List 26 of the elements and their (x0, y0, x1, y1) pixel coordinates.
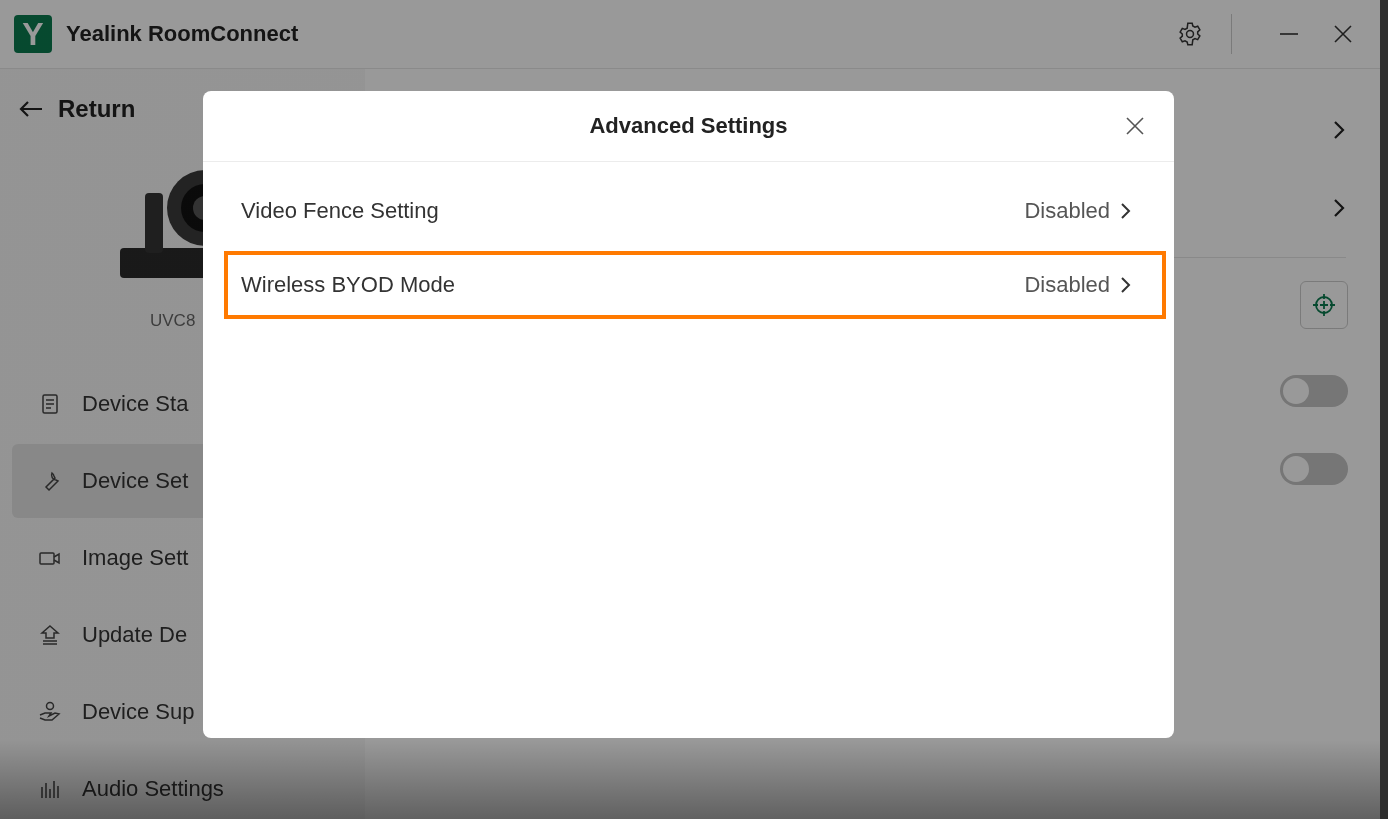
chevron-right-icon (1120, 275, 1132, 295)
back-arrow-icon (18, 99, 44, 119)
chevron-right-icon[interactable] (1332, 119, 1346, 141)
settings-row[interactable]: Wireless BYOD Mode Disabled (224, 251, 1166, 319)
settings-row[interactable]: Video Fence Setting Disabled (224, 177, 1166, 245)
settings-icon[interactable] (1177, 21, 1203, 47)
setting-value: Disabled (1024, 272, 1110, 298)
setting-label: Video Fence Setting (241, 198, 440, 224)
return-button[interactable]: Return (12, 95, 136, 123)
dialog-title: Advanced Settings (589, 113, 788, 139)
locate-button[interactable] (1300, 281, 1348, 329)
setting-value: Disabled (1024, 198, 1110, 224)
close-icon[interactable] (1332, 23, 1354, 45)
upload-icon (38, 623, 62, 647)
crosshair-icon (1311, 292, 1337, 318)
close-icon[interactable] (1124, 115, 1146, 137)
sidebar-item[interactable]: Audio Settings (12, 752, 353, 819)
toggle-switch[interactable] (1280, 453, 1348, 485)
device-name: UVC8 (150, 311, 196, 331)
chevron-right-icon[interactable] (1332, 197, 1346, 219)
setting-label: Wireless BYOD Mode (241, 272, 456, 298)
hand-support-icon (38, 700, 62, 724)
chevron-right-icon (1120, 201, 1132, 221)
toggle-switch[interactable] (1280, 375, 1348, 407)
app-logo: Y (14, 15, 52, 53)
window-title: Yealink RoomConnect (66, 21, 299, 47)
